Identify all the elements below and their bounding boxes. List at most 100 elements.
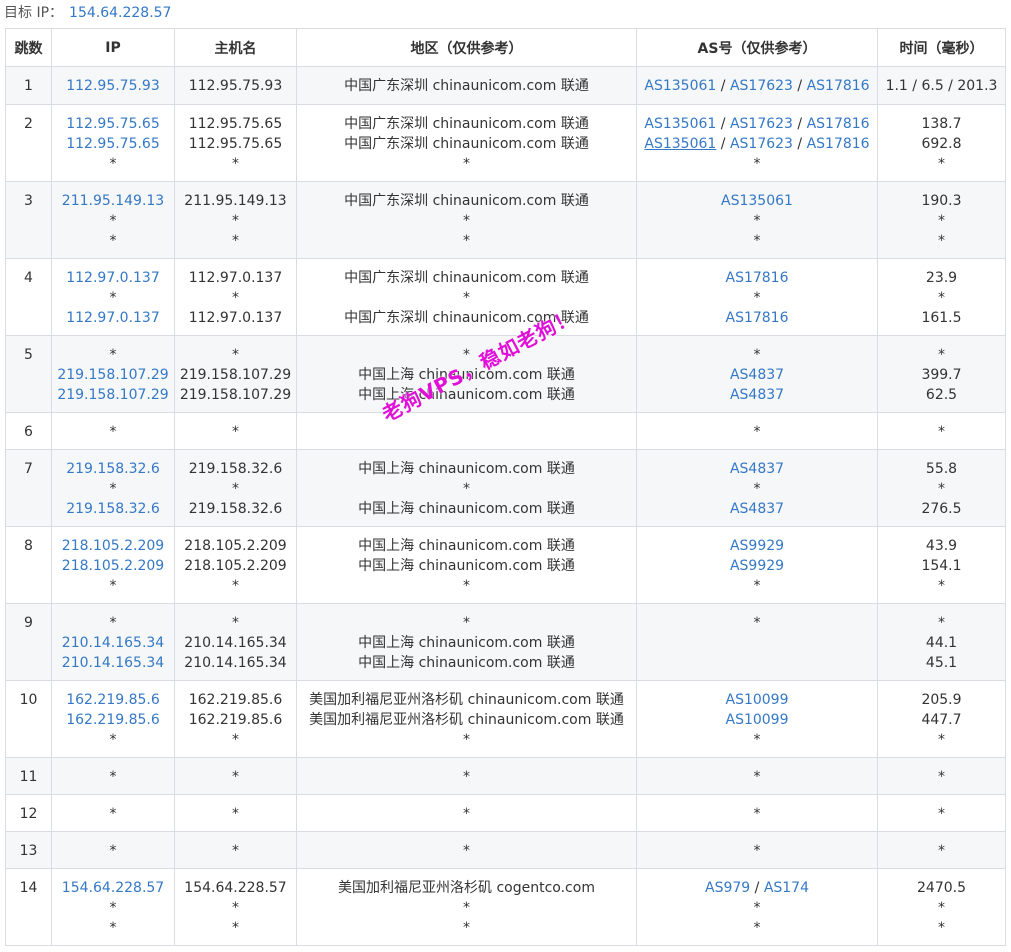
ip-link[interactable]: 112.97.0.137 xyxy=(52,308,174,328)
hop-cell: 2 xyxy=(5,104,52,182)
as-link[interactable]: AS17623 xyxy=(730,136,793,152)
region-text: * xyxy=(463,213,470,229)
as-link[interactable]: AS10099 xyxy=(726,692,789,708)
as-link[interactable]: AS979 xyxy=(705,880,750,896)
as-link[interactable]: AS135061 xyxy=(644,116,716,132)
time-text: 62.5 xyxy=(925,387,958,403)
as-link[interactable]: AS10099 xyxy=(726,712,789,728)
region-text: 中国上海 chinaunicom.com 联通 xyxy=(358,461,575,477)
ip-cell: 162.219.85.6 162.219.85.6 * xyxy=(51,680,175,758)
time-cell: * xyxy=(877,412,1006,450)
region-cell: * 中国上海 chinaunicom.com 联通 中国上海 chinaunicom… xyxy=(296,603,637,681)
as-line: AS9929 xyxy=(637,556,877,576)
ip-cell: 112.95.75.93 xyxy=(51,66,175,105)
table-row: 8 218.105.2.209 218.105.2.209 * 218.105.2.20… xyxy=(5,526,1006,604)
ip-link[interactable]: 112.95.75.93 xyxy=(52,76,174,96)
ip-link[interactable]: 210.14.165.34 xyxy=(52,653,174,673)
as-link[interactable]: AS4837 xyxy=(730,461,784,477)
as-link[interactable]: AS4837 xyxy=(730,367,784,383)
hostname-text: * xyxy=(232,806,239,822)
as-link[interactable]: AS17816 xyxy=(726,310,789,326)
ip-link: * xyxy=(109,920,117,936)
ip-link[interactable]: 112.97.0.137 xyxy=(52,268,174,288)
as-link[interactable]: AS17623 xyxy=(730,116,793,132)
header-ip: IP xyxy=(51,28,175,67)
hostname-cell: * xyxy=(174,794,297,832)
as-line: * xyxy=(637,288,877,308)
as-line: * xyxy=(637,576,877,596)
region-cell: * xyxy=(296,757,637,795)
ip-link[interactable]: 219.158.32.6 xyxy=(52,459,174,479)
ip-link[interactable]: 219.158.32.6 xyxy=(52,499,174,519)
hop-number: 8 xyxy=(24,538,33,554)
as-empty: * xyxy=(753,347,761,363)
time-text: 138.7 xyxy=(921,116,962,132)
hop-number: 12 xyxy=(19,806,38,822)
table-row: 5 * 219.158.107.29 219.158.107.29 * 219.158.1… xyxy=(5,335,1006,413)
ip-cell: 112.97.0.137 * 112.97.0.137 xyxy=(51,258,175,336)
region-text: * xyxy=(463,481,470,497)
hostname-text: 219.158.32.6 xyxy=(188,501,283,517)
region-text: 中国上海 chinaunicom.com 联通 xyxy=(358,387,575,403)
as-empty: * xyxy=(753,233,761,249)
ip-link[interactable]: 162.219.85.6 xyxy=(52,710,174,730)
as-empty: * xyxy=(753,578,761,594)
ip-link[interactable]: 218.105.2.209 xyxy=(52,556,174,576)
as-link[interactable]: AS135061 xyxy=(644,78,716,94)
as-line: * xyxy=(637,479,877,499)
as-link[interactable]: AS9929 xyxy=(730,558,784,574)
region-cell: 中国上海 chinaunicom.com 联通 中国上海 chinaunicom.… xyxy=(296,526,637,604)
ip-link[interactable]: 162.219.85.6 xyxy=(52,690,174,710)
ip-cell: 218.105.2.209 218.105.2.209 * xyxy=(51,526,175,604)
time-text: 23.9 xyxy=(925,270,958,286)
as-link[interactable]: AS4837 xyxy=(730,501,784,517)
region-text: 中国广东深圳 chinaunicom.com 联通 xyxy=(344,136,589,152)
as-link[interactable]: AS174 xyxy=(764,880,809,896)
as-link[interactable]: AS17816 xyxy=(726,270,789,286)
as-link[interactable]: AS17816 xyxy=(807,78,870,94)
as-link[interactable]: AS9929 xyxy=(730,538,784,554)
ip-link[interactable]: 219.158.107.29 xyxy=(52,365,174,385)
time-cell: * xyxy=(877,831,1006,869)
time-text: * xyxy=(938,806,945,822)
ip-link[interactable]: 218.105.2.209 xyxy=(52,536,174,556)
as-empty: * xyxy=(753,290,761,306)
ip-link: * xyxy=(109,213,117,229)
region-text: 中国上海 chinaunicom.com 联通 xyxy=(358,635,575,651)
table-row: 11 * * * * * xyxy=(5,757,1006,795)
ip-link: * xyxy=(109,156,117,172)
as-link[interactable]: AS135061 xyxy=(644,136,716,152)
ip-link[interactable]: 112.95.75.65 xyxy=(52,114,174,134)
ip-link[interactable]: 112.95.75.65 xyxy=(52,134,174,154)
ip-link: * xyxy=(109,732,117,748)
hostname-text: * xyxy=(232,290,239,306)
as-link[interactable]: AS4837 xyxy=(730,387,784,403)
hop-number: 10 xyxy=(19,692,38,708)
ip-link[interactable]: 154.64.228.57 xyxy=(52,878,174,898)
ip-link[interactable]: 211.95.149.13 xyxy=(52,191,174,211)
as-empty: * xyxy=(753,732,761,748)
region-text: * xyxy=(463,290,470,306)
as-link[interactable]: AS17816 xyxy=(807,116,870,132)
as-link[interactable]: AS135061 xyxy=(721,193,793,209)
time-cell: 205.9 447.7 * xyxy=(877,680,1006,758)
hop-number: 2 xyxy=(24,116,33,132)
as-separator: / xyxy=(792,136,807,152)
ip-link: * xyxy=(109,578,117,594)
ip-link[interactable]: 219.158.107.29 xyxy=(52,385,174,405)
hostname-cell: 218.105.2.209 218.105.2.209 * xyxy=(174,526,297,604)
hostname-text: 219.158.107.29 xyxy=(179,367,292,383)
time-text: * xyxy=(938,156,945,172)
target-ip-bar: 目标 IP： 154.64.228.57 xyxy=(4,3,171,23)
as-link[interactable]: AS17623 xyxy=(730,78,793,94)
region-text: * xyxy=(463,347,470,363)
ip-link: * xyxy=(109,843,117,859)
target-ip-value[interactable]: 154.64.228.57 xyxy=(69,5,171,21)
hostname-cell: 219.158.32.6 * 219.158.32.6 xyxy=(174,449,297,527)
as-empty: * xyxy=(753,156,761,172)
time-text: 205.9 xyxy=(921,692,962,708)
ip-link[interactable]: 210.14.165.34 xyxy=(52,633,174,653)
hop-number: 14 xyxy=(19,880,38,896)
as-line: AS979 / AS174 xyxy=(637,878,877,898)
as-link[interactable]: AS17816 xyxy=(807,136,870,152)
